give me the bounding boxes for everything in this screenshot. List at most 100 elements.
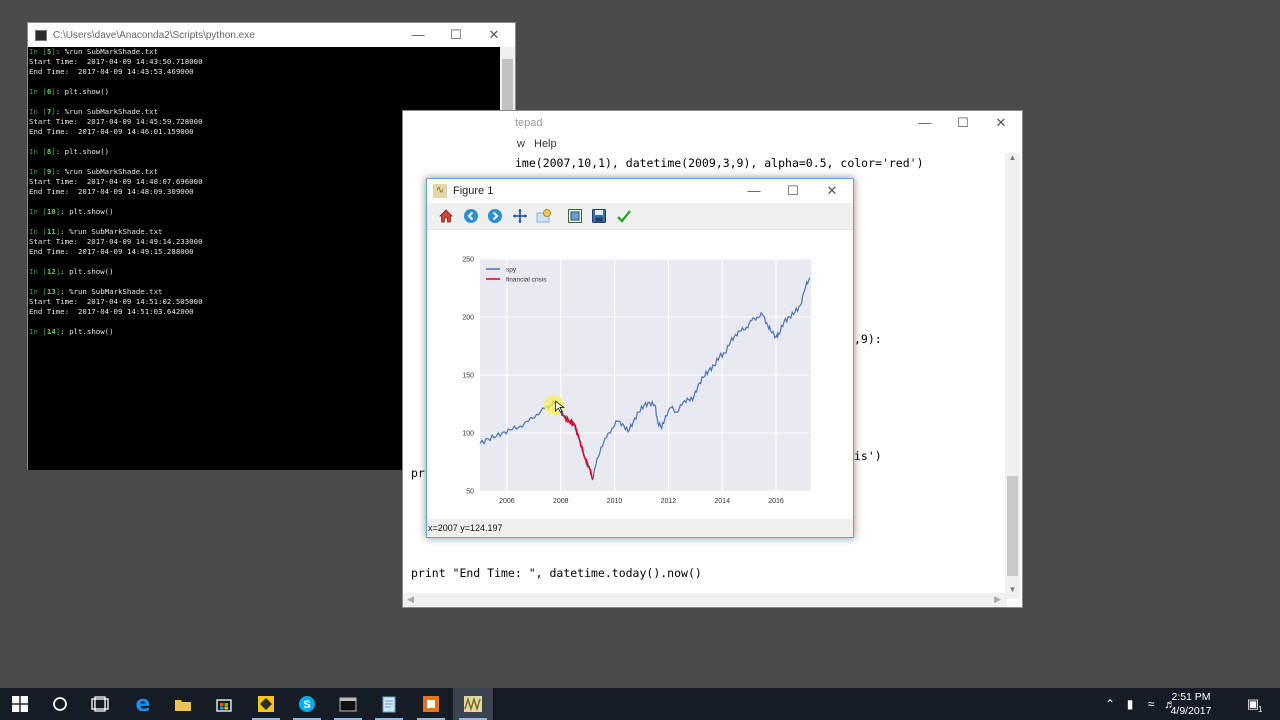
console-prompt-number: 10 <box>46 207 56 216</box>
subplots-icon[interactable] <box>566 207 584 225</box>
notepad-menubar: w Help <box>403 135 1022 153</box>
matplotlib-taskbar-icon[interactable] <box>453 688 493 720</box>
scroll-up-arrow-icon[interactable]: ▲ <box>1005 153 1020 167</box>
figure-toolbar <box>427 203 853 230</box>
matplotlib-icon: ∿ <box>433 184 447 198</box>
pan-icon[interactable] <box>511 207 529 225</box>
cortana-icon[interactable] <box>40 688 80 720</box>
notepad-vscroll-thumb[interactable] <box>1007 476 1018 576</box>
console-input-text: : %run SubMarkShade.txt <box>55 167 159 176</box>
back-icon[interactable] <box>462 207 480 225</box>
clock-time: 2:51 PM <box>1171 691 1211 703</box>
notepad-titlebar[interactable]: tepad — ☐ ✕ <box>403 111 1022 135</box>
notepad-vscrollbar[interactable]: ▲ ▼ <box>1005 153 1020 599</box>
skype-icon[interactable]: S <box>287 688 327 720</box>
console-prompt: In [ <box>29 287 47 296</box>
app-orange-icon[interactable] <box>411 688 451 720</box>
clock-date: 4/9/2017 <box>1170 705 1212 717</box>
notepad-hscrollbar[interactable]: ◀ ▶ <box>403 593 1007 607</box>
task-view-icon[interactable] <box>80 688 120 720</box>
console-input-text: : plt.show() <box>55 87 110 96</box>
console-input-text: : %run SubMarkShade.txt <box>55 107 159 116</box>
figure-minimize-button[interactable]: — <box>735 179 773 203</box>
figure-window[interactable]: ∿ Figure 1 — ☐ ✕ 2006 2008 2010 2012 201… <box>426 178 854 538</box>
console-prompt: In [ <box>29 107 47 116</box>
editor-line: ime(2007,10,1), datetime(2009,3,9), alph… <box>515 156 924 170</box>
y-tick-label: 50 <box>466 489 474 496</box>
editor-line: is') <box>854 449 882 463</box>
clock[interactable]: 2:51 PM 4/9/2017 <box>1162 690 1220 718</box>
legend-label: spy <box>506 267 517 274</box>
notepad-minimize-button[interactable]: — <box>906 111 944 135</box>
notepad-icon[interactable] <box>369 688 409 720</box>
figure-maximize-button[interactable]: ☐ <box>774 179 812 203</box>
x-tick-label: 2016 <box>768 498 784 505</box>
y-tick-label: 150 <box>462 373 474 380</box>
console-output-line: Start Time: 2017-04-09 14:43:50.718000 <box>29 57 203 66</box>
plot-area[interactable]: 2006 2008 2010 2012 2014 2016 50 100 150 200 250 sp… <box>427 231 853 519</box>
console-app-icon <box>35 29 47 41</box>
x-tick-label: 2010 <box>607 498 623 505</box>
editor-line: pr <box>411 466 425 480</box>
x-tick-label: 2012 <box>661 498 677 505</box>
edge-icon[interactable]: e <box>123 688 163 720</box>
chart-svg[interactable]: 2006 2008 2010 2012 2014 2016 50 100 150 200 250 sp… <box>427 231 853 519</box>
console-input-text: : %run SubMarkShade.txt <box>60 287 163 296</box>
console-input-text: : %run SubMarkShade.txt <box>60 227 163 236</box>
home-icon[interactable] <box>437 207 455 225</box>
forward-icon[interactable] <box>486 207 504 225</box>
console-prompt: In [ <box>29 227 47 236</box>
console-prompt: In [ <box>29 327 47 336</box>
console-titlebar[interactable]: C:\Users\dave\Anaconda2\Scripts\python.e… <box>28 23 515 47</box>
console-icon[interactable] <box>328 688 368 720</box>
menu-help[interactable]: Help <box>534 138 557 150</box>
console-input-text: : plt.show() <box>60 327 114 336</box>
svg-text:S: S <box>303 699 310 711</box>
console-input-line: In [6]: plt.show() <box>28 87 502 97</box>
figure-title: Figure 1 <box>453 185 494 197</box>
console-prompt: In [ <box>29 207 47 216</box>
notepad-close-button[interactable]: ✕ <box>982 111 1020 135</box>
console-prompt: In [ <box>29 87 47 96</box>
editor-line: print "End Time: ", datetime.today().now… <box>411 566 702 580</box>
console-prompt-number: 12 <box>46 267 56 276</box>
scroll-left-arrow-icon[interactable]: ◀ <box>407 594 414 605</box>
figure-statusbar: x=2007 y=124.197 <box>427 519 853 537</box>
console-output-line: End Time: 2017-04-09 14:43:53.469000 <box>29 67 194 76</box>
console-prompt: In [ <box>29 267 47 276</box>
zoom-icon[interactable] <box>535 207 553 225</box>
battery-icon[interactable]: ▮ <box>1122 696 1138 712</box>
figure-titlebar[interactable]: ∿ Figure 1 — ☐ ✕ <box>427 179 853 203</box>
notepad-maximize-button[interactable]: ☐ <box>944 111 982 135</box>
legend-label: financial crisis <box>506 277 547 284</box>
close-button[interactable]: ✕ <box>475 23 513 47</box>
store-icon[interactable] <box>204 688 244 720</box>
network-icon[interactable]: ≈ <box>1143 696 1159 712</box>
scroll-down-arrow-icon[interactable]: ▼ <box>1005 585 1020 599</box>
console-input-text: : plt.show() <box>60 267 114 276</box>
console-title: C:\Users\dave\Anaconda2\Scripts\python.e… <box>53 29 255 41</box>
maximize-button[interactable]: ☐ <box>437 23 475 47</box>
save-icon[interactable] <box>590 207 608 225</box>
minimize-button[interactable]: — <box>399 23 437 47</box>
console-input-text: : plt.show() <box>55 147 110 156</box>
windows-start-icon[interactable] <box>0 688 40 720</box>
show-hidden-icons-icon[interactable]: ⌃ <box>1102 696 1118 712</box>
notepad-title: tepad <box>515 117 543 129</box>
menu-view[interactable]: w <box>517 138 525 150</box>
scroll-right-arrow-icon[interactable]: ▶ <box>994 594 1001 605</box>
console-input-text: : plt.show() <box>60 207 114 216</box>
console-prompt-number: 11 <box>46 227 56 236</box>
app-yellow-icon[interactable] <box>246 688 286 720</box>
y-tick-label: 100 <box>462 431 474 438</box>
console-prompt-number: 14 <box>46 327 56 336</box>
file-explorer-icon[interactable] <box>163 688 203 720</box>
console-input-text: : %run SubMarkShade.txt <box>55 47 159 56</box>
console-input-line: In [5]: %run SubMarkShade.txt <box>28 47 502 57</box>
y-tick-label: 200 <box>462 315 474 322</box>
figure-close-button[interactable]: ✕ <box>813 179 851 203</box>
x-tick-label: 2008 <box>553 498 569 505</box>
edit-icon[interactable] <box>615 207 633 225</box>
